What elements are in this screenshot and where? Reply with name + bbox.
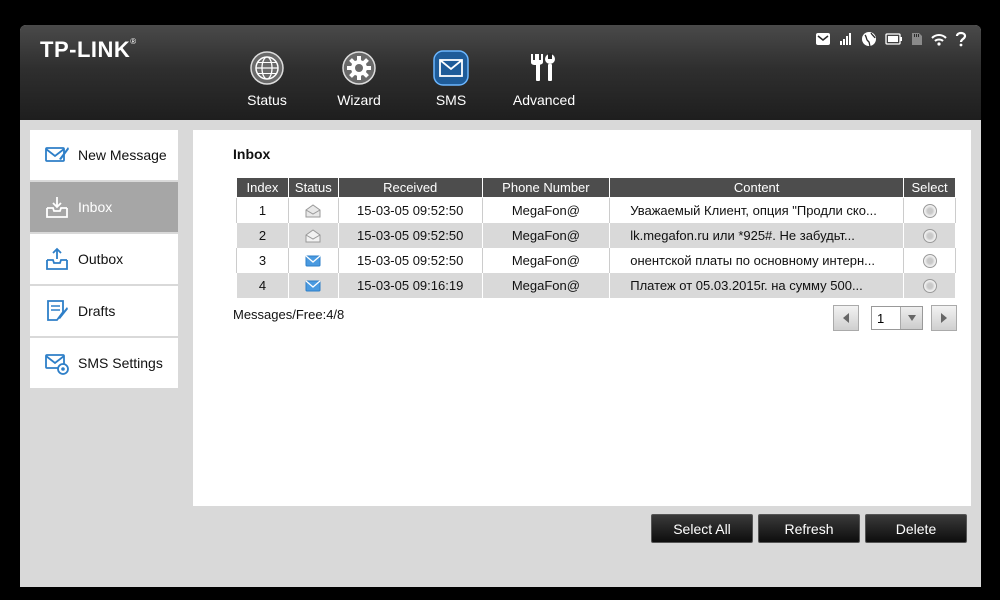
message-count: Messages/Free:4/8 [233,307,345,322]
read-envelope-icon [305,229,321,243]
column-header-status[interactable]: Status [287,177,339,198]
prev-page-button[interactable] [833,305,859,331]
cell-content[interactable]: онентской платы по основному интерн... [609,247,905,273]
sidebar-item-new-message[interactable]: New Message [30,130,178,180]
chevron-down-icon [907,315,916,321]
cell-phone: MegaFon@ [481,197,611,223]
cell-index: 4 [236,272,289,298]
sms-icon[interactable] [815,32,831,46]
column-header-received[interactable]: Received [337,177,483,198]
cell-received: 15-03-05 09:52:50 [337,197,483,223]
select-all-button[interactable]: Select All [651,514,753,543]
nav-advanced[interactable]: Advanced [504,50,584,108]
cell-select [903,247,956,273]
globe-icon [250,51,284,85]
select-radio[interactable] [922,228,937,243]
sidebar-item-sms-settings[interactable]: SMS Settings [30,338,178,388]
nav-sms-label: SMS [435,92,467,108]
battery-icon [885,33,902,45]
next-page-button[interactable] [931,305,957,331]
nav-status-label: Status [247,92,287,108]
table-row[interactable]: 4 15-03-05 09:16:19 MegaFon@ Платеж от 0… [236,272,956,298]
cell-content[interactable]: Уважаемый Клиент, опция "Продли ско... [609,197,905,223]
cell-received: 15-03-05 09:16:19 [337,272,483,298]
cell-select [903,197,956,223]
cell-status [287,272,339,298]
cell-phone: MegaFon@ [481,222,611,248]
outbox-icon [46,247,68,270]
delete-button[interactable]: Delete [865,514,967,543]
unread-envelope-icon [305,280,321,292]
select-radio[interactable] [922,278,937,293]
cell-select [903,222,956,248]
cell-content[interactable]: Платеж от 05.03.2015г. на сумму 500... [609,272,905,298]
nav-advanced-label: Advanced [512,92,576,108]
sidebar-item-label: Outbox [78,251,124,267]
envelope-icon [433,50,469,86]
status-icons-bar [815,31,967,47]
cell-received: 15-03-05 09:52:50 [337,222,483,248]
sidebar-item-inbox[interactable]: Inbox [30,182,178,232]
sidebar-item-label: New Message [78,147,167,163]
select-radio[interactable] [922,253,937,268]
sms-sidebar: New Message Inbox Outbox Drafts SMS Sett… [30,130,178,390]
internet-icon [862,32,876,47]
dropdown-arrow [900,307,922,329]
help-icon[interactable] [955,31,967,47]
chevron-left-icon [843,313,849,323]
table-header-row: Index Status Received Phone Number Conte… [236,177,956,198]
top-navigation-bar: TP-LINK® Status Wizard SMS Advanced [20,25,981,120]
signal-icon [840,33,851,45]
wifi-icon [931,33,947,46]
cell-status [287,197,339,223]
app-window: TP-LINK® Status Wizard SMS Advanced New … [20,25,981,587]
cell-index: 3 [236,247,289,273]
inbox-panel: Inbox Index Status Received Phone Number… [193,130,971,506]
sd-card-icon [912,33,922,45]
nav-status[interactable]: Status [227,50,307,108]
nav-wizard[interactable]: Wizard [319,50,399,108]
cell-received: 15-03-05 09:52:50 [337,247,483,273]
cell-index: 2 [236,222,289,248]
column-header-phone-number[interactable]: Phone Number [481,177,611,198]
cell-phone: MegaFon@ [481,272,611,298]
cell-status [287,247,339,273]
page-select-value: 1 [877,310,885,326]
tools-icon [531,53,555,81]
inbox-icon [46,197,68,218]
table-row[interactable]: 3 15-03-05 09:52:50 MegaFon@ онентской п… [236,247,956,273]
gear-icon [342,51,376,85]
new-message-icon [45,147,69,162]
tp-link-logo: TP-LINK® [40,37,137,62]
cell-phone: MegaFon@ [481,247,611,273]
cell-status [287,222,339,248]
column-header-select[interactable]: Select [903,177,956,198]
sidebar-item-label: Drafts [78,303,116,319]
column-header-index[interactable]: Index [236,177,289,198]
page-select[interactable]: 1 [871,306,923,330]
pagination: 1 [833,305,957,331]
inbox-table: Index Status Received Phone Number Conte… [236,177,956,298]
read-envelope-icon [305,204,321,218]
sidebar-item-label: SMS Settings [78,355,163,371]
nav-wizard-label: Wizard [337,92,381,108]
cell-content[interactable]: lk.megafon.ru или *925#. Не забудьт... [609,222,905,248]
chevron-right-icon [941,313,947,323]
column-header-content[interactable]: Content [609,177,905,198]
refresh-button[interactable]: Refresh [758,514,860,543]
unread-envelope-icon [305,255,321,267]
sidebar-item-drafts[interactable]: Drafts [30,286,178,336]
cell-select [903,272,956,298]
drafts-icon [47,300,68,321]
nav-sms[interactable]: SMS [411,50,491,108]
select-radio[interactable] [922,204,937,219]
cell-index: 1 [236,197,289,223]
table-row[interactable]: 1 15-03-05 09:52:50 MegaFon@ Уважаемый К… [236,197,956,223]
sms-settings-icon [45,354,69,375]
sidebar-item-label: Inbox [78,199,113,215]
sidebar-item-outbox[interactable]: Outbox [30,234,178,284]
page-title: Inbox [233,146,271,162]
table-row[interactable]: 2 15-03-05 09:52:50 MegaFon@ lk.megafon.… [236,222,956,248]
